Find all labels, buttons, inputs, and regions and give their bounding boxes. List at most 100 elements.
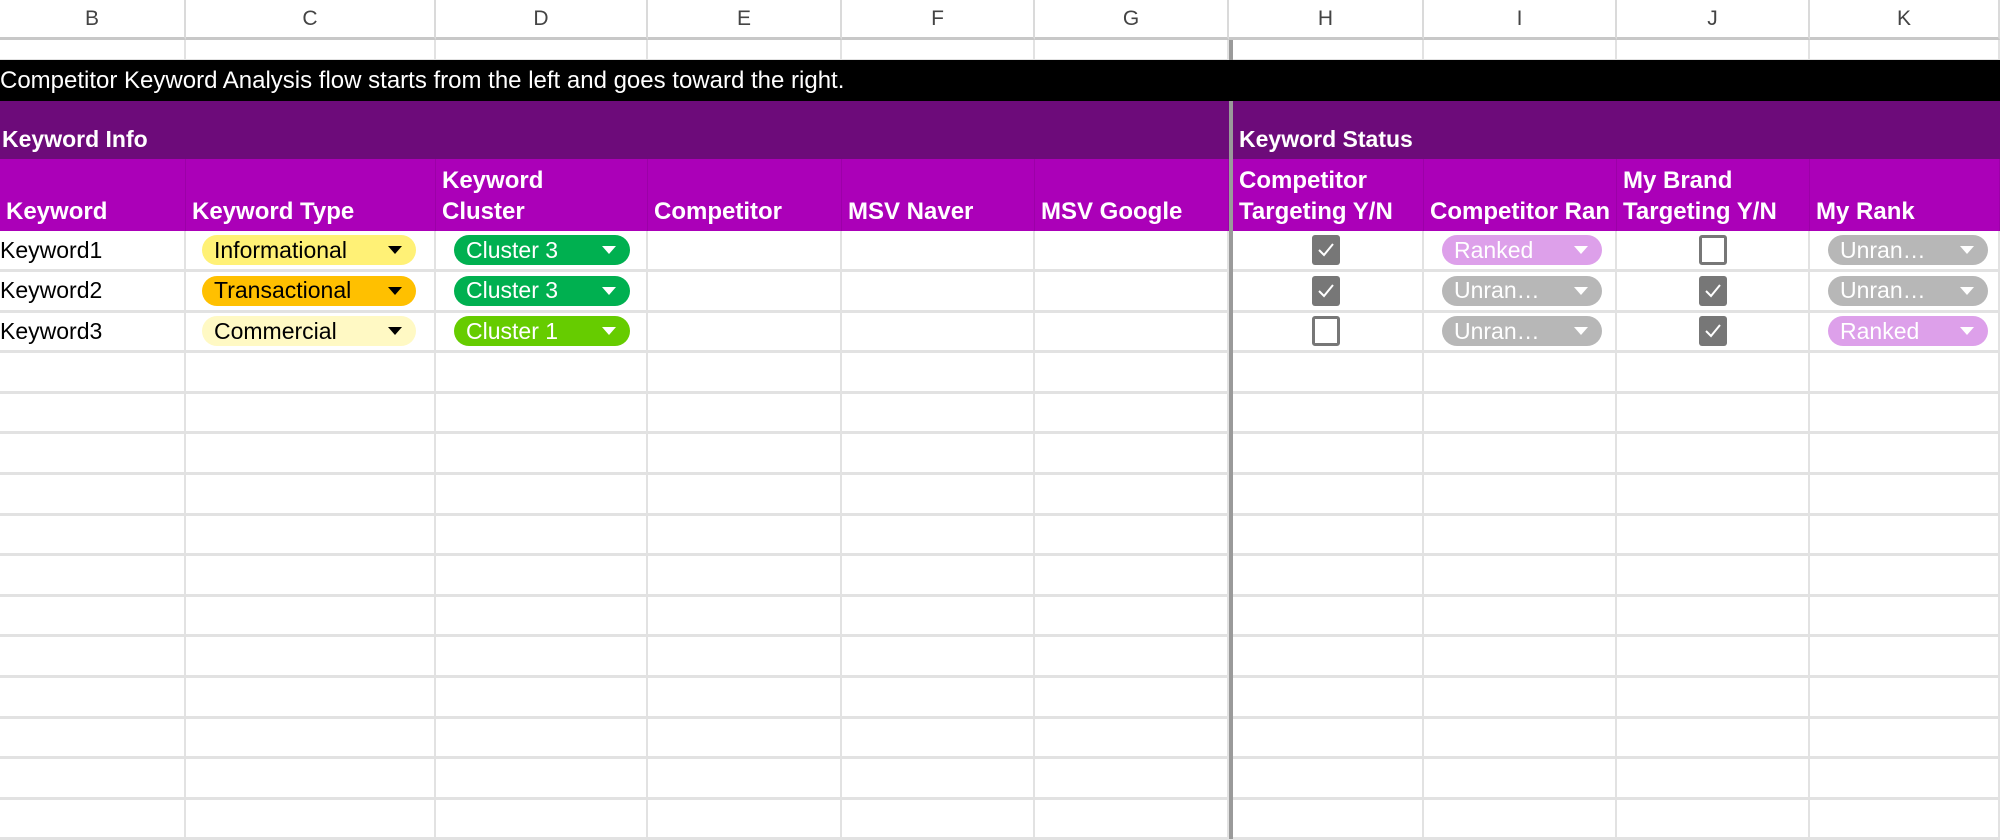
- table-cell-empty[interactable]: [842, 799, 1035, 840]
- table-cell-empty[interactable]: [1229, 515, 1424, 557]
- header-competitor-rank[interactable]: Competitor Ran: [1424, 159, 1617, 231]
- table-cell-empty[interactable]: [648, 434, 842, 475]
- table-cell-empty[interactable]: [1810, 718, 2000, 760]
- table-cell-empty[interactable]: [0, 393, 186, 435]
- table-cell-empty[interactable]: [842, 637, 1035, 678]
- table-cell-empty[interactable]: [436, 352, 648, 394]
- table-cell[interactable]: Unran…: [1424, 312, 1617, 354]
- cell-empty[interactable]: [1424, 40, 1617, 60]
- table-cell-empty[interactable]: [1617, 677, 1810, 719]
- table-cell[interactable]: Informational: [186, 231, 436, 272]
- table-cell[interactable]: [1617, 231, 1810, 272]
- table-cell[interactable]: [1229, 231, 1424, 272]
- table-cell-empty[interactable]: [1035, 718, 1229, 760]
- column-header-b[interactable]: B: [0, 0, 186, 40]
- table-cell-empty[interactable]: [1424, 434, 1617, 475]
- my-brand-targeting-checkbox[interactable]: [1698, 316, 1727, 347]
- table-cell-empty[interactable]: [0, 718, 186, 760]
- competitor-rank-dropdown[interactable]: Ranked: [1442, 235, 1602, 265]
- table-cell[interactable]: Unran…: [1424, 271, 1617, 313]
- column-header-h[interactable]: H: [1229, 0, 1424, 40]
- column-header-k[interactable]: K: [1810, 0, 2000, 40]
- column-header-g[interactable]: G: [1035, 0, 1229, 40]
- table-cell-empty[interactable]: [436, 637, 648, 678]
- column-header-i[interactable]: I: [1424, 0, 1617, 40]
- table-cell-empty[interactable]: [1810, 434, 2000, 475]
- table-cell-empty[interactable]: [1229, 799, 1424, 840]
- table-cell-empty[interactable]: [0, 515, 186, 557]
- table-cell-empty[interactable]: [648, 718, 842, 760]
- header-keyword-type[interactable]: Keyword Type: [186, 159, 436, 231]
- cell-empty[interactable]: [1810, 40, 2000, 60]
- table-cell-empty[interactable]: [436, 677, 648, 719]
- table-cell-empty[interactable]: [1810, 758, 2000, 800]
- table-cell-empty[interactable]: [436, 799, 648, 840]
- table-cell[interactable]: [1229, 312, 1424, 354]
- table-cell-empty[interactable]: [648, 677, 842, 719]
- column-header-d[interactable]: D: [436, 0, 648, 40]
- table-cell-empty[interactable]: [1810, 677, 2000, 719]
- table-cell-empty[interactable]: [436, 596, 648, 638]
- column-header-c[interactable]: C: [186, 0, 436, 40]
- table-cell-empty[interactable]: [436, 515, 648, 557]
- competitor-rank-dropdown[interactable]: Unran…: [1442, 275, 1602, 306]
- table-cell-empty[interactable]: [1617, 434, 1810, 475]
- table-cell-empty[interactable]: [186, 434, 436, 475]
- table-cell[interactable]: [842, 312, 1035, 354]
- table-cell-empty[interactable]: [1229, 434, 1424, 475]
- my-rank-dropdown[interactable]: Ranked: [1828, 316, 1988, 347]
- table-cell-empty[interactable]: [1810, 637, 2000, 678]
- table-cell-empty[interactable]: [186, 352, 436, 394]
- table-cell-empty[interactable]: [1229, 718, 1424, 760]
- column-header-j[interactable]: J: [1617, 0, 1810, 40]
- table-cell-empty[interactable]: [842, 718, 1035, 760]
- table-cell-empty[interactable]: [1810, 352, 2000, 394]
- table-cell-empty[interactable]: [648, 555, 842, 597]
- table-cell[interactable]: [1229, 271, 1424, 313]
- table-cell-empty[interactable]: [1810, 515, 2000, 557]
- table-cell-empty[interactable]: [648, 637, 842, 678]
- cell-empty[interactable]: [1035, 40, 1229, 60]
- my-rank-dropdown[interactable]: Unran…: [1828, 275, 1988, 306]
- table-cell[interactable]: Unran…: [1810, 271, 2000, 313]
- table-cell-empty[interactable]: [186, 677, 436, 719]
- competitor-targeting-checkbox[interactable]: [1311, 235, 1340, 265]
- table-cell-empty[interactable]: [1035, 799, 1229, 840]
- keyword-type-dropdown[interactable]: Commercial: [202, 316, 416, 347]
- table-cell-empty[interactable]: [1035, 677, 1229, 719]
- table-cell-empty[interactable]: [842, 555, 1035, 597]
- table-cell-empty[interactable]: [0, 474, 186, 516]
- table-cell-empty[interactable]: [1424, 393, 1617, 435]
- table-cell-empty[interactable]: [1229, 677, 1424, 719]
- header-msv-naver[interactable]: MSV Naver: [842, 159, 1035, 231]
- table-cell-empty[interactable]: [1617, 758, 1810, 800]
- keyword-cluster-dropdown[interactable]: Cluster 1: [454, 316, 630, 347]
- table-cell-empty[interactable]: [1424, 637, 1617, 678]
- cell-empty[interactable]: [842, 40, 1035, 60]
- freeze-divider[interactable]: [1229, 40, 1233, 60]
- keyword-cluster-dropdown[interactable]: Cluster 3: [454, 275, 630, 306]
- table-cell-empty[interactable]: [1424, 799, 1617, 840]
- table-cell-empty[interactable]: [186, 799, 436, 840]
- my-rank-dropdown[interactable]: Unran…: [1828, 235, 1988, 265]
- table-cell-empty[interactable]: [1617, 555, 1810, 597]
- table-cell-empty[interactable]: [1617, 799, 1810, 840]
- table-cell-empty[interactable]: [842, 515, 1035, 557]
- table-cell[interactable]: [842, 231, 1035, 272]
- table-cell-empty[interactable]: [1424, 596, 1617, 638]
- table-cell-empty[interactable]: [1424, 758, 1617, 800]
- table-cell-empty[interactable]: [436, 474, 648, 516]
- table-cell-empty[interactable]: [1229, 637, 1424, 678]
- freeze-divider[interactable]: [1229, 101, 1233, 839]
- header-competitor[interactable]: Competitor: [648, 159, 842, 231]
- table-cell-empty[interactable]: [436, 434, 648, 475]
- table-cell-empty[interactable]: [842, 474, 1035, 516]
- competitor-targeting-checkbox[interactable]: [1311, 316, 1340, 347]
- table-cell[interactable]: Keyword3: [0, 312, 186, 354]
- table-cell-empty[interactable]: [186, 515, 436, 557]
- table-cell-empty[interactable]: [1035, 474, 1229, 516]
- table-cell-empty[interactable]: [1035, 758, 1229, 800]
- competitor-rank-dropdown[interactable]: Unran…: [1442, 316, 1602, 347]
- cell-empty[interactable]: [1229, 40, 1424, 60]
- table-cell[interactable]: [1035, 271, 1229, 313]
